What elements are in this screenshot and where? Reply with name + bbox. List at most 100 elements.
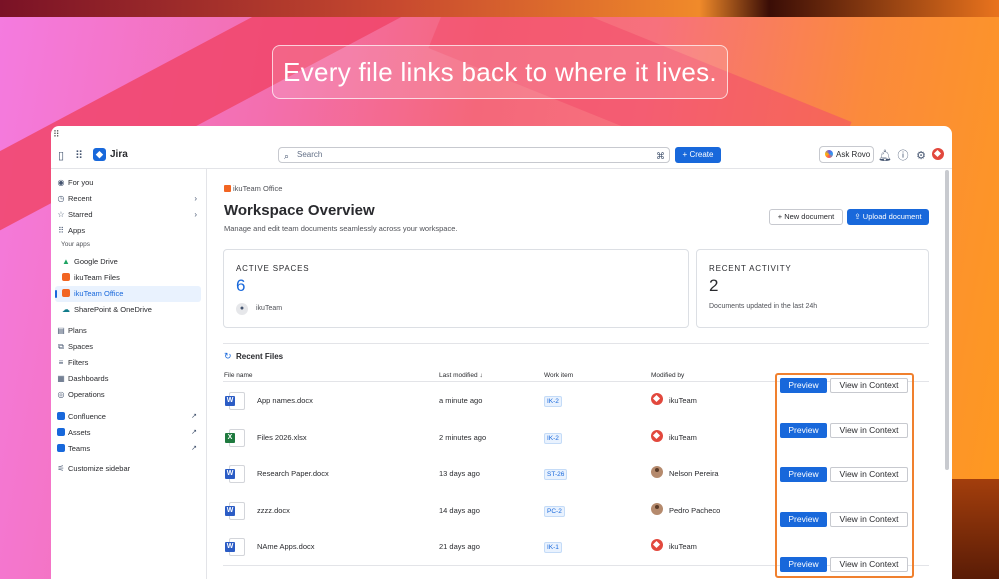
sidebar-item-label: ikuTeam Office [74, 289, 124, 298]
bell-icon[interactable]: 🔔︎ [877, 147, 893, 163]
sidebar-item-plans[interactable]: ▤ Plans [55, 323, 201, 339]
sidebar-item-customize[interactable]: ⚟ Customize sidebar [55, 461, 201, 477]
preview-button[interactable]: Preview [780, 422, 827, 438]
user-avatar[interactable] [932, 148, 944, 160]
sidebar-item-label: Starred [68, 210, 93, 219]
sort-down-icon: ↓ [479, 372, 483, 379]
sidebar-item-label: ikuTeam Files [74, 273, 120, 282]
preview-button[interactable]: Preview [780, 556, 827, 572]
card-label: ACTIVE SPACES [236, 264, 310, 273]
modified-by: ikuTeam [669, 542, 697, 551]
work-item-badge[interactable]: IK-2 [544, 396, 562, 407]
file-name[interactable]: zzzz.docx [257, 506, 290, 515]
create-button[interactable]: + Create [675, 147, 721, 163]
work-item-badge[interactable]: PC-2 [544, 505, 565, 517]
view-in-context-button[interactable]: View in Context [830, 378, 908, 393]
shortcut-icon: ⌘ [656, 151, 665, 161]
modified-by: ikuTeam [669, 396, 697, 405]
card-value: 2 [709, 276, 719, 295]
sidebar-item-ikuteam-files[interactable]: ikuTeam Files [55, 270, 201, 286]
ask-rovo-button[interactable]: Ask Rovo [819, 146, 874, 163]
modified-by: Nelson Pereira [669, 469, 719, 478]
ikuteam-avatar [651, 393, 663, 405]
breadcrumb-label: ikuTeam Office [233, 184, 283, 193]
work-item-badge[interactable]: IK-1 [544, 542, 562, 553]
view-in-context-button[interactable]: View in Context [830, 512, 908, 528]
sidebar-item-starred[interactable]: ☆ Starred › [55, 207, 201, 223]
chevron-right-icon: › [194, 194, 197, 203]
work-item-badge[interactable]: IK-2 [544, 432, 562, 444]
last-modified: 21 days ago [439, 542, 480, 551]
column-header-modified-by[interactable]: Modified by [651, 372, 684, 379]
sidebar-item-label: For you [68, 178, 94, 187]
sidebar-item-confluence[interactable]: Confluence ↗ [55, 409, 201, 425]
divider [223, 343, 929, 344]
person-icon: ◉ [57, 178, 65, 187]
file-name[interactable]: Research Paper.docx [257, 469, 329, 478]
column-header-work-item[interactable]: Work item [544, 372, 573, 379]
modified-by: ikuTeam [669, 432, 697, 442]
sidebar-item-sharepoint[interactable]: ☁ SharePoint & OneDrive [55, 302, 201, 318]
clock-icon: ◷ [57, 194, 65, 203]
external-link-icon: ↗ [191, 445, 197, 452]
sidebar-item-for-you[interactable]: ◉ For you [55, 175, 201, 191]
chevron-right-icon: › [194, 210, 197, 219]
ikuteam-avatar [651, 539, 663, 551]
preview-button[interactable]: Preview [780, 378, 827, 393]
sidebar-item-assets[interactable]: Assets ↗ [55, 425, 201, 441]
app-switcher-icon[interactable]: ⠿ [71, 147, 87, 163]
search-icon: ⌕ [284, 151, 290, 161]
sidebar-item-google-drive[interactable]: ▲ Google Drive [55, 254, 201, 270]
breadcrumb[interactable]: ikuTeam Office [224, 184, 282, 193]
sidebar-item-label: Operations [68, 390, 105, 399]
sidebar-item-label: Google Drive [74, 257, 118, 266]
file-name[interactable]: Files 2026.xlsx [257, 433, 307, 442]
refresh-icon[interactable]: ↻ [224, 351, 232, 362]
app-name[interactable]: Jira [110, 149, 128, 160]
gear-icon[interactable]: ⚙ [913, 147, 929, 163]
ikuteam-avatar [651, 429, 663, 442]
column-header-last-modified[interactable]: Last modified ↓ [439, 372, 483, 379]
file-name[interactable]: NAme Apps.docx [257, 542, 315, 551]
view-in-context-button[interactable]: View in Context [830, 467, 908, 483]
dashboard-icon: ▦ [57, 374, 65, 383]
sidebar-item-label: Teams [68, 444, 91, 453]
tagline-banner: Every file links back to where it lives. [272, 45, 728, 99]
column-header-file-name[interactable]: File name [224, 372, 253, 379]
operations-icon: ◎ [57, 390, 65, 399]
file-name[interactable]: App names.docx [257, 396, 313, 405]
preview-button[interactable]: Preview [780, 512, 827, 528]
confluence-icon [56, 409, 66, 425]
sidebar-item-recent[interactable]: ◷ Recent › [55, 191, 201, 207]
sidebar-item-operations[interactable]: ◎ Operations [55, 387, 201, 403]
word-file-icon: W [225, 538, 245, 556]
ask-rovo-label: Ask Rovo [836, 150, 871, 159]
sidebar-item-teams[interactable]: Teams ↗ [55, 441, 201, 457]
sidebar-item-apps[interactable]: ⠿ Apps [55, 223, 201, 239]
view-in-context-button[interactable]: View in Context [830, 556, 908, 572]
jira-logo-icon: ◆ [93, 148, 106, 161]
last-modified: 13 days ago [439, 469, 480, 478]
sidebar-item-ikuteam-office[interactable]: ikuTeam Office [55, 286, 201, 302]
sidebar-item-label: Spaces [68, 342, 94, 351]
new-document-button[interactable]: + New document [769, 209, 843, 225]
search-input[interactable]: ⌕ Search ⌘ [278, 147, 670, 163]
preview-button[interactable]: Preview [780, 467, 827, 483]
help-icon[interactable]: ⓘ [895, 147, 911, 163]
last-modified: a minute ago [439, 396, 483, 405]
sidebar-item-dashboards[interactable]: ▦ Dashboards [55, 371, 201, 387]
team-name: ikuTeam [256, 305, 283, 312]
your-apps-heading: Your apps [61, 241, 91, 248]
recent-files-heading: ↻ Recent Files [224, 351, 283, 362]
recent-activity-card: RECENT ACTIVITY 2 Documents updated in t… [696, 249, 929, 328]
work-item-badge[interactable]: ST-26 [544, 469, 568, 480]
view-in-context-button[interactable]: View in Context [830, 422, 908, 438]
upload-document-button[interactable]: ⇪ Upload document [847, 209, 929, 225]
sidebar-item-filters[interactable]: ≡ Filters [55, 355, 201, 371]
sidebar-item-label: SharePoint & OneDrive [74, 305, 152, 314]
upload-icon: ⇪ [854, 212, 863, 221]
assets-icon [56, 425, 66, 441]
sidebar-item-spaces[interactable]: ⧉ Spaces [55, 339, 201, 355]
scrollbar[interactable] [945, 170, 949, 470]
sidebar-toggle-icon[interactable]: ▯ [53, 147, 69, 163]
